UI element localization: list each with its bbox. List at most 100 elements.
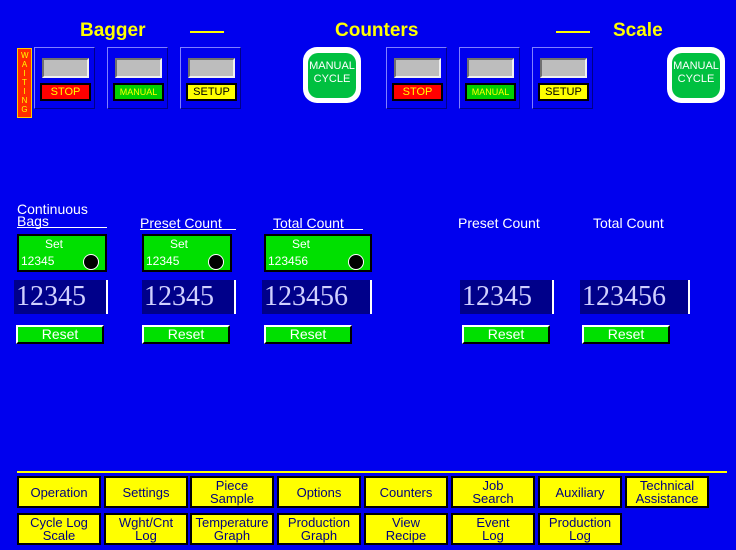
nav-button-label: Log <box>135 528 157 543</box>
nav-button-text: Settings <box>123 486 170 499</box>
stop-indicator-lamp <box>42 58 89 78</box>
nav-button-label: Options <box>296 484 342 500</box>
bagger-stop-control: STOP <box>34 47 95 109</box>
nav-production-log-button[interactable]: Production Log <box>538 513 622 545</box>
scale-preset-count-value: 12345 <box>460 280 554 314</box>
scale-stop-button[interactable]: STOP <box>392 83 443 101</box>
bagger-setup-button[interactable]: SETUP <box>186 83 237 101</box>
total-count-set-button[interactable]: Set 123456 <box>264 234 372 272</box>
nav-button-text: Piece Sample <box>210 479 254 505</box>
scale-total-count-reset-button[interactable]: Reset <box>582 325 670 344</box>
preset-count-value: 12345 <box>142 280 236 314</box>
nav-counters-button[interactable]: Counters <box>364 476 448 508</box>
set-label: Set <box>291 237 310 251</box>
scale-setup-button[interactable]: SETUP <box>538 83 589 101</box>
nav-button-label: Sample <box>209 491 255 506</box>
set-label: Set <box>169 237 188 251</box>
total-count-label: Total Count <box>273 216 363 230</box>
manual-cycle-line1: MANUAL <box>673 60 719 72</box>
status-dot-icon <box>348 254 364 270</box>
manual-cycle-line2: CYCLE <box>313 73 351 85</box>
nav-technical-assistance-button[interactable]: Technical Assistance <box>625 476 709 508</box>
stop-indicator-lamp <box>394 58 441 78</box>
nav-button-text: Options <box>297 486 342 499</box>
nav-button-text: Wght/Cnt Log <box>119 516 173 542</box>
total-count-reset-button[interactable]: Reset <box>264 325 352 344</box>
nav-event-log-button[interactable]: Event Log <box>451 513 535 545</box>
setup-indicator-lamp <box>188 58 235 78</box>
scale-manual-button[interactable]: MANUAL <box>465 83 516 101</box>
nav-view-recipe-button[interactable]: View Recipe <box>364 513 448 545</box>
nav-button-text: Job Search <box>472 479 513 505</box>
nav-button-label: Assistance <box>635 491 699 506</box>
nav-button-text: Event Log <box>476 516 509 542</box>
nav-button-label: Recipe <box>385 528 427 543</box>
scale-total-count-label: Total Count <box>593 215 664 231</box>
nav-button-label: Graph <box>213 528 251 543</box>
manual-cycle-label: MANUAL CYCLE <box>308 53 356 98</box>
nav-button-text: Technical Assistance <box>636 479 699 505</box>
scale-preset-count-label: Preset Count <box>458 215 540 231</box>
scale-title: Scale <box>613 20 663 41</box>
preset-count-reset-button[interactable]: Reset <box>142 325 230 344</box>
bagger-setup-control: SETUP <box>180 47 241 109</box>
set-value: 12345 <box>146 254 180 268</box>
waiting-status-text: WAITING <box>21 51 29 114</box>
bagger-manual-cycle-button[interactable]: MANUAL CYCLE <box>303 47 361 103</box>
continuous-bags-label: Continuous Bags <box>17 202 107 228</box>
nav-operation-button[interactable]: Operation <box>17 476 101 508</box>
scale-setup-control: SETUP <box>532 47 593 109</box>
status-dot-icon <box>208 254 224 270</box>
nav-button-text: Cycle Log Scale <box>30 516 88 542</box>
nav-button-text: Production Graph <box>288 516 350 542</box>
nav-button-label: Auxiliary <box>555 484 605 500</box>
nav-auxiliary-button[interactable]: Auxiliary <box>538 476 622 508</box>
nav-button-text: Temperature Graph <box>196 516 269 542</box>
set-value: 123456 <box>268 254 309 268</box>
continuous-bags-reset-button[interactable]: Reset <box>16 325 104 344</box>
header-divider <box>556 31 590 33</box>
bagger-title: Bagger <box>80 20 146 41</box>
scale-stop-control: STOP <box>386 47 447 109</box>
continuous-bags-line2: Bags <box>17 214 107 228</box>
continuous-bags-value: 12345 <box>14 280 108 314</box>
header-divider <box>190 31 224 33</box>
manual-cycle-line1: MANUAL <box>309 60 355 72</box>
status-dot-icon <box>83 254 99 270</box>
nav-button-text: Operation <box>30 486 87 499</box>
bagger-manual-button[interactable]: MANUAL <box>113 83 164 101</box>
scale-manual-control: MANUAL <box>459 47 520 109</box>
nav-production-graph-button[interactable]: Production Graph <box>277 513 361 545</box>
nav-options-button[interactable]: Options <box>277 476 361 508</box>
nav-job-search-button[interactable]: Job Search <box>451 476 535 508</box>
manual-cycle-label: MANUAL CYCLE <box>672 53 720 98</box>
nav-button-label: Scale <box>42 528 76 543</box>
nav-settings-button[interactable]: Settings <box>104 476 188 508</box>
nav-button-label: Operation <box>30 484 88 500</box>
nav-temperature-graph-button[interactable]: Temperature Graph <box>190 513 274 545</box>
nav-wght-cnt-log-button[interactable]: Wght/Cnt Log <box>104 513 188 545</box>
nav-button-label: Log <box>482 528 504 543</box>
preset-count-set-button[interactable]: Set 12345 <box>142 234 232 272</box>
nav-cycle-log-scale-button[interactable]: Cycle Log Scale <box>17 513 101 545</box>
nav-button-text: Production Log <box>549 516 611 542</box>
nav-button-label: Settings <box>122 484 170 500</box>
scale-preset-count-reset-button[interactable]: Reset <box>462 325 550 344</box>
waiting-status-indicator: WAITING <box>17 48 32 118</box>
scale-manual-cycle-button[interactable]: MANUAL CYCLE <box>667 47 725 103</box>
bagger-manual-control: MANUAL <box>107 47 168 109</box>
set-value: 12345 <box>21 254 55 268</box>
nav-button-label: Counters <box>379 484 433 500</box>
nav-button-text: View Recipe <box>386 516 426 542</box>
manual-indicator-lamp <box>467 58 514 78</box>
nav-piece-sample-button[interactable]: Piece Sample <box>190 476 274 508</box>
bagger-stop-button[interactable]: STOP <box>40 83 91 101</box>
manual-cycle-line2: CYCLE <box>677 73 715 85</box>
nav-button-label: Graph <box>300 528 338 543</box>
preset-count-label: Preset Count <box>140 216 236 230</box>
nav-button-label: Search <box>472 491 514 506</box>
nav-button-label: Log <box>569 528 591 543</box>
nav-divider <box>17 471 727 473</box>
nav-button-text: Auxiliary <box>555 486 604 499</box>
continuous-bags-set-button[interactable]: Set 12345 <box>17 234 107 272</box>
